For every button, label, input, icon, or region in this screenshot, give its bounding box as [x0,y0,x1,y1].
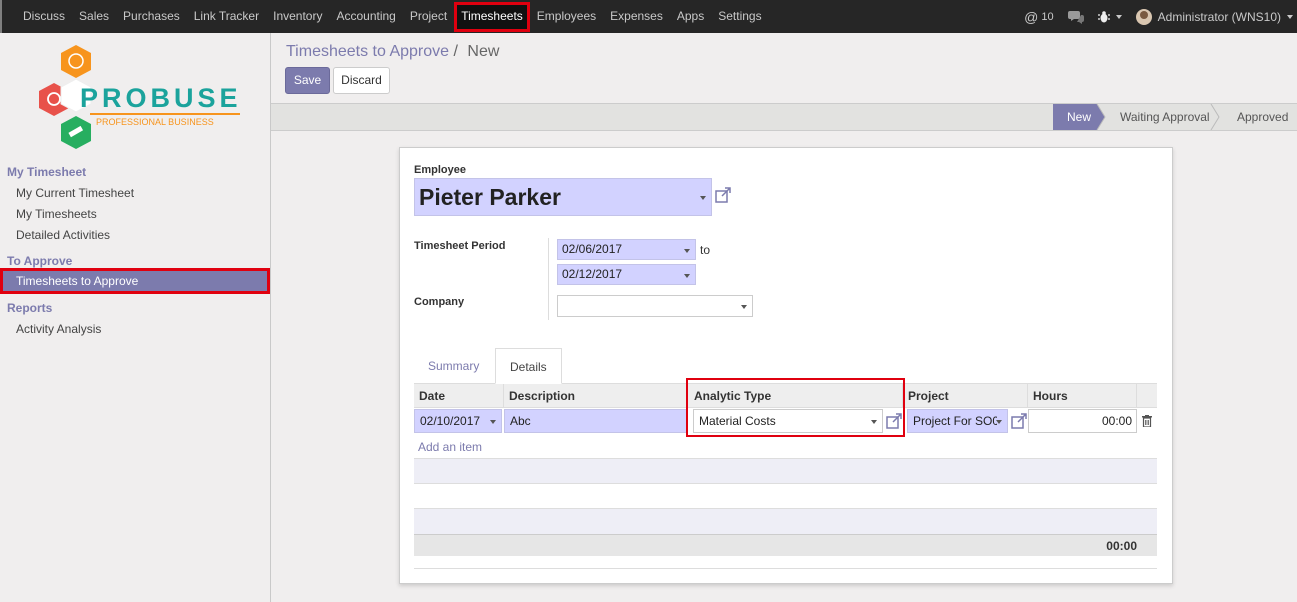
column-hours[interactable]: Hours [1028,384,1137,408]
stage-approved[interactable]: Approved [1237,104,1288,130]
breadcrumb: Timesheets to Approve / New [286,43,499,61]
empty-row [414,458,1157,483]
external-link-icon[interactable] [715,187,731,203]
chevron-down-icon [684,248,690,253]
add-item-link[interactable]: Add an item [418,440,482,454]
date-to-value: 02/12/2017 [562,267,623,281]
sidebar: PROBUSE PROFESSIONAL BUSINESS My Timeshe… [0,33,271,602]
menu-discuss[interactable]: Discuss [16,0,72,33]
company-field[interactable] [557,295,753,317]
to-label: to [700,243,711,257]
footer-divider [414,568,1157,569]
hours-cell[interactable]: 00:00 [1028,409,1137,433]
section-my-timesheet: My Timesheet [7,165,87,179]
top-navbar: Discuss Sales Purchases Link Tracker Inv… [0,0,1297,33]
menu-link-tracker[interactable]: Link Tracker [187,0,266,33]
company-label: Company [414,296,465,308]
sidebar-item-activity-analysis[interactable]: Activity Analysis [0,318,270,340]
user-name: Administrator (WNS10) [1157,9,1281,24]
column-project[interactable]: Project [903,384,1028,408]
tab-details[interactable]: Details [495,348,562,384]
employee-field[interactable]: Pieter Parker [414,178,712,216]
status-bar: New Waiting Approval Approved [271,103,1297,131]
mentions-button[interactable]: @ 10 [1017,9,1060,25]
menu-sales[interactable]: Sales [72,0,116,33]
employee-label: Employee [414,164,466,176]
chevron-down-icon [1115,14,1122,19]
menu-expenses[interactable]: Expenses [603,0,670,33]
logo-name: PROBUSE [80,83,242,113]
label-divider [548,238,549,320]
breadcrumb-current: New [467,43,500,60]
logo-tagline: PROFESSIONAL BUSINESS [96,117,214,127]
form-sheet: Employee Pieter Parker Timesheet Period … [399,147,1173,584]
tab-summary[interactable]: Summary [414,348,493,384]
main-content: Timesheets to Approve / New Save Discard… [271,33,1297,602]
menu-accounting[interactable]: Accounting [329,0,402,33]
date-cell-value: 02/10/2017 [420,414,481,428]
sidebar-item-my-timesheets[interactable]: My Timesheets [0,203,270,225]
menu-inventory[interactable]: Inventory [266,0,329,33]
bug-icon [1097,10,1110,22]
menu-apps[interactable]: Apps [670,0,711,33]
debug-button[interactable] [1091,10,1129,23]
section-reports: Reports [7,301,53,315]
discard-button[interactable]: Discard [333,67,390,94]
breadcrumb-parent[interactable]: Timesheets to Approve [286,43,449,60]
trash-icon[interactable] [1142,415,1152,427]
table-footer-total: 00:00 [414,534,1157,556]
date-from-field[interactable]: 02/06/2017 [557,239,696,260]
main-menu: Discuss Sales Purchases Link Tracker Inv… [2,0,769,33]
chevron-down-icon [684,273,690,278]
sidebar-item-timesheets-to-approve[interactable]: Timesheets to Approve [0,268,270,294]
employee-value: Pieter Parker [419,184,561,210]
stage-waiting-approval[interactable]: Waiting Approval [1120,104,1210,130]
chevron-down-icon [1287,14,1293,19]
chevron-down-icon [996,420,1002,424]
chevron-down-icon [490,420,496,424]
column-date[interactable]: Date [414,384,504,408]
systray: @ 10 Administrator (WNS10) [1017,0,1297,33]
empty-row [414,508,1157,534]
breadcrumb-separator: / [453,43,458,60]
date-cell[interactable]: 02/10/2017 [414,409,502,433]
analytic-type-highlight [686,378,905,437]
chevron-down-icon [700,196,706,200]
sidebar-item-my-current-timesheet[interactable]: My Current Timesheet [0,182,270,204]
menu-timesheets[interactable]: Timesheets [454,1,530,32]
menu-purchases[interactable]: Purchases [116,0,187,33]
mentions-count: 10 [1041,10,1054,23]
date-from-value: 02/06/2017 [562,242,623,256]
menu-employees[interactable]: Employees [530,0,603,33]
project-cell[interactable]: Project For SO0 [907,409,1008,433]
chevron-down-icon [741,305,747,309]
period-label: Timesheet Period [414,240,506,252]
chat-button[interactable] [1061,10,1091,24]
company-logo: PROBUSE PROFESSIONAL BUSINESS [39,45,242,149]
chat-bubbles-icon [1067,10,1084,24]
menu-settings[interactable]: Settings [711,0,768,33]
project-cell-value: Project For SO0 [913,414,997,428]
sidebar-item-detailed-activities[interactable]: Detailed Activities [0,224,270,246]
menu-project[interactable]: Project [403,0,454,33]
external-link-icon[interactable] [1011,413,1027,429]
at-icon: @ [1024,8,1039,25]
column-description[interactable]: Description [504,384,687,408]
empty-row [414,483,1157,508]
date-to-field[interactable]: 02/12/2017 [557,264,696,285]
stage-new[interactable]: New [1055,104,1095,130]
avatar [1135,8,1152,25]
user-menu[interactable]: Administrator (WNS10) [1129,8,1297,25]
description-cell-value: Abc [510,414,531,428]
save-button[interactable]: Save [285,67,330,94]
section-to-approve: To Approve [7,254,73,268]
description-cell[interactable]: Abc [504,409,687,433]
